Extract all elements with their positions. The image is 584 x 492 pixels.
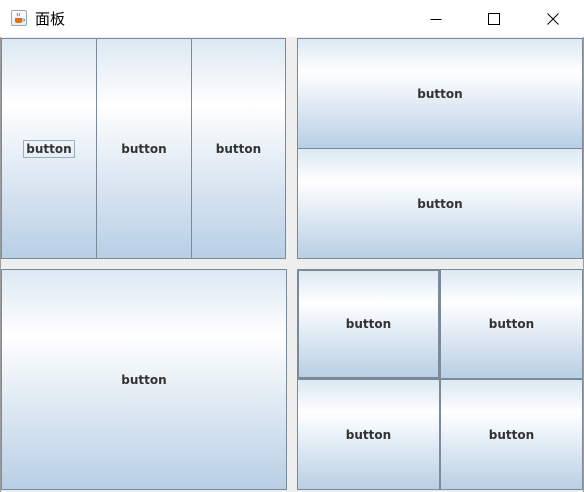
button-bottom-right-3[interactable]: button	[297, 379, 440, 490]
button-label: button	[345, 427, 392, 442]
button-top-left-2[interactable]: button	[96, 38, 192, 259]
button-label: button	[23, 139, 75, 158]
button-label: button	[345, 317, 392, 331]
window-title: 面板	[35, 10, 66, 28]
button-label: button	[215, 141, 262, 156]
button-label: button	[121, 141, 167, 156]
maximize-icon	[488, 12, 500, 25]
title-bar[interactable]: 面板	[0, 0, 584, 37]
button-label: button	[488, 427, 535, 442]
close-button[interactable]	[524, 0, 582, 37]
close-icon	[547, 12, 559, 25]
button-label: button	[488, 317, 535, 331]
minimize-icon	[430, 18, 442, 20]
button-label: button	[417, 86, 463, 101]
button-bottom-right-4[interactable]: button	[440, 379, 583, 490]
maximize-button[interactable]	[465, 0, 523, 37]
button-top-right-2[interactable]: button	[297, 148, 583, 259]
button-top-left-3[interactable]: button	[191, 38, 286, 259]
button-label: button	[121, 372, 167, 387]
button-top-left-1[interactable]: button	[1, 38, 97, 259]
button-label: button	[417, 196, 463, 211]
java-cup-icon	[11, 10, 27, 26]
button-top-right-1[interactable]: button	[297, 38, 583, 149]
button-bottom-left[interactable]: button	[1, 269, 287, 490]
minimize-button[interactable]	[407, 0, 465, 37]
button-bottom-right-1[interactable]: button	[297, 269, 440, 379]
button-bottom-right-2[interactable]: button	[440, 269, 583, 379]
